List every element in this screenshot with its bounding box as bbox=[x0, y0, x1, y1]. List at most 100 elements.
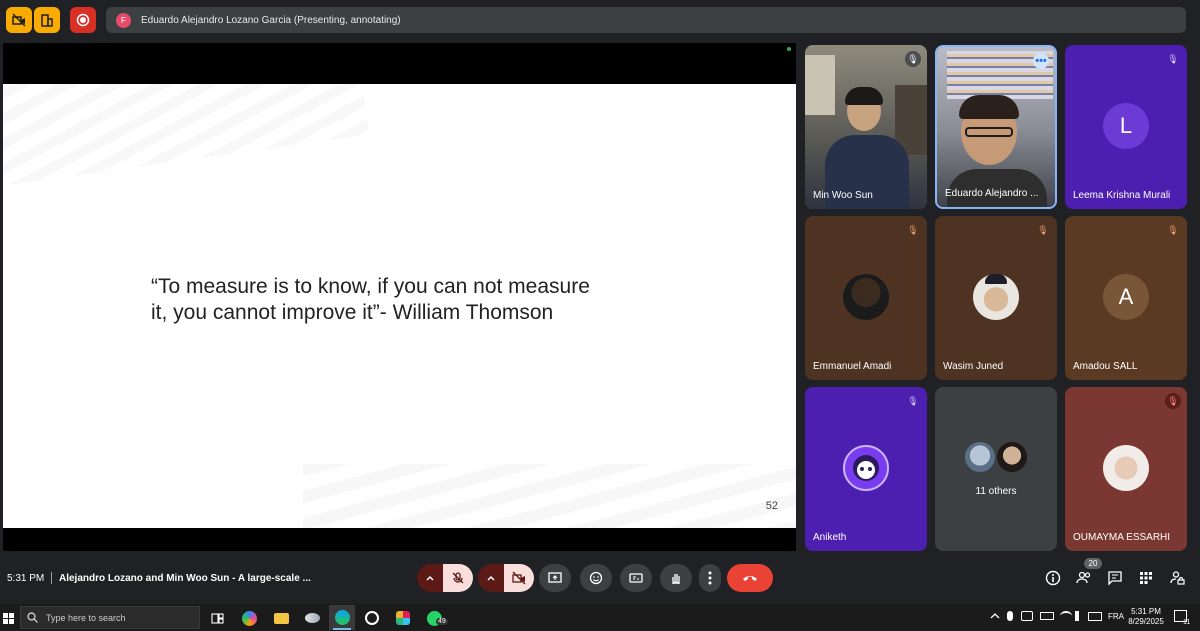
participant-name: Amadou SALL bbox=[1073, 361, 1138, 372]
clock-time: 5:31 PM bbox=[1131, 607, 1161, 616]
participant-name: Aniketh bbox=[813, 532, 847, 543]
others-count-label: 11 others bbox=[975, 486, 1017, 497]
copilot-icon bbox=[241, 610, 257, 626]
microphone-toggle-button[interactable] bbox=[443, 564, 473, 592]
participant-photo bbox=[843, 445, 889, 491]
participant-photo bbox=[995, 440, 1029, 474]
people-icon bbox=[1076, 571, 1091, 584]
info-icon bbox=[1045, 570, 1061, 586]
mic-off-icon: 🎙 bbox=[1167, 224, 1179, 235]
edge-icon bbox=[334, 610, 350, 625]
end-call-icon bbox=[743, 576, 757, 581]
app-icon[interactable] bbox=[302, 608, 322, 628]
chevron-up-icon bbox=[990, 613, 1000, 619]
openai-icon bbox=[365, 611, 379, 625]
participant-avatar: A bbox=[1103, 274, 1149, 320]
video-options-button[interactable] bbox=[478, 564, 504, 592]
chevron-up-icon bbox=[487, 575, 495, 581]
folder-icon bbox=[273, 612, 289, 624]
task-view-button[interactable] bbox=[207, 608, 227, 628]
emoji-icon bbox=[589, 571, 603, 585]
more-options-button[interactable] bbox=[699, 564, 721, 592]
active-app-indicator bbox=[333, 628, 351, 630]
cartoon-avatar-icon bbox=[853, 455, 879, 481]
network-icon[interactable] bbox=[1021, 611, 1033, 621]
taskbar-search-box[interactable]: Type here to search bbox=[20, 606, 200, 629]
raise-hand-button[interactable] bbox=[660, 564, 692, 592]
presenter-banner: F Eduardo Alejandro Lozano Garcia (Prese… bbox=[106, 7, 1186, 33]
windows-start-button[interactable] bbox=[0, 608, 16, 628]
participant-tile[interactable]: 🎙 Wasim Juned bbox=[935, 216, 1057, 380]
participant-tile[interactable]: 🎙 OUMAYMA ESSARHI bbox=[1065, 387, 1187, 551]
mic-off-icon: 🎙 bbox=[907, 224, 919, 235]
battery-icon[interactable] bbox=[1040, 612, 1054, 620]
people-button[interactable] bbox=[1076, 570, 1092, 586]
lock-person-icon bbox=[1170, 571, 1185, 585]
chat-icon bbox=[1108, 571, 1122, 586]
wifi-icon[interactable] bbox=[1060, 611, 1072, 621]
presentation-slide: “To measure is to know, if you can not m… bbox=[3, 84, 796, 528]
participant-tile[interactable]: 🎙 Emmanuel Amadi bbox=[805, 216, 927, 380]
edge-browser-app[interactable] bbox=[329, 605, 355, 630]
meeting-time: 5:31 PM bbox=[7, 573, 45, 584]
present-screen-button[interactable] bbox=[539, 564, 571, 592]
info-button[interactable] bbox=[1045, 570, 1061, 586]
disc-icon bbox=[304, 613, 320, 623]
participant-tile[interactable]: 🎙 Min Woo Sun bbox=[805, 45, 927, 209]
copilot-app-icon[interactable] bbox=[239, 608, 259, 628]
chat-button[interactable] bbox=[1107, 570, 1123, 586]
others-tile[interactable]: 11 others bbox=[935, 387, 1057, 551]
participant-tile[interactable]: 🎙 L Leema Krishna Murali bbox=[1065, 45, 1187, 209]
keyboard-icon[interactable] bbox=[1088, 612, 1102, 621]
notification-count: 11 bbox=[1183, 619, 1191, 626]
reactions-button[interactable] bbox=[580, 564, 612, 592]
host-controls-button[interactable] bbox=[1169, 570, 1185, 586]
activities-button[interactable] bbox=[1138, 570, 1154, 586]
participant-tile[interactable]: 🎙 Aniketh bbox=[805, 387, 927, 551]
participant-name: Min Woo Sun bbox=[813, 190, 873, 201]
participant-tile[interactable]: 🎙 A Amadou SALL bbox=[1065, 216, 1187, 380]
participant-name: Eduardo Alejandro ... bbox=[945, 188, 1039, 199]
camera-toggle-button[interactable] bbox=[504, 564, 534, 592]
meeting-title: Alejandro Lozano and Min Woo Sun - A lar… bbox=[59, 573, 311, 584]
participant-name: Wasim Juned bbox=[943, 361, 1004, 372]
presenter-avatar: F bbox=[116, 12, 131, 28]
leave-call-button[interactable] bbox=[727, 564, 773, 592]
participant-hair bbox=[959, 95, 1019, 119]
recording-button[interactable] bbox=[70, 7, 96, 33]
more-options-icon[interactable]: ••• bbox=[1033, 53, 1049, 69]
show-hidden-icons-button[interactable] bbox=[990, 612, 1000, 623]
chatgpt-app[interactable] bbox=[362, 608, 382, 628]
slack-icon bbox=[396, 611, 410, 625]
microphone-tray-icon[interactable] bbox=[1007, 611, 1013, 621]
whatsapp-badge: 49 bbox=[436, 618, 448, 625]
hand-icon bbox=[672, 574, 680, 585]
file-explorer-app[interactable] bbox=[271, 608, 291, 628]
windows-logo-icon bbox=[2, 612, 14, 624]
slack-app[interactable] bbox=[393, 608, 413, 628]
captions-button[interactable] bbox=[620, 564, 652, 592]
camera-off-icon bbox=[512, 571, 526, 585]
volume-icon[interactable] bbox=[1075, 611, 1085, 621]
slide-background-decoration bbox=[3, 84, 370, 193]
mic-off-icon: 🎙 bbox=[1165, 393, 1181, 409]
slide-background-decoration bbox=[303, 464, 796, 528]
audio-options-button[interactable] bbox=[417, 564, 443, 592]
participant-tile-active-speaker[interactable]: ••• Eduardo Alejandro ... bbox=[935, 45, 1057, 209]
participant-photo bbox=[843, 274, 889, 320]
video-window-light bbox=[805, 55, 835, 115]
slide-page-number: 52 bbox=[765, 500, 778, 512]
quote-line: “To measure is to know, if you can not m… bbox=[151, 275, 590, 298]
captions-icon bbox=[629, 573, 643, 583]
search-icon bbox=[27, 612, 38, 623]
building-icon bbox=[41, 14, 53, 27]
participant-name: Leema Krishna Murali bbox=[1073, 190, 1171, 201]
building-button[interactable] bbox=[34, 7, 60, 33]
taskbar-clock[interactable]: 5:31 PM 8/29/2025 bbox=[1127, 607, 1165, 627]
mic-off-icon: 🎙 bbox=[1167, 53, 1179, 64]
input-language[interactable]: FRA bbox=[1108, 612, 1124, 621]
participant-name: OUMAYMA ESSARHI bbox=[1073, 532, 1171, 543]
participant-count-badge: 20 bbox=[1084, 558, 1102, 569]
camera-off-button[interactable] bbox=[6, 7, 32, 33]
presenter-label: Eduardo Alejandro Lozano Garcia (Present… bbox=[141, 14, 401, 26]
